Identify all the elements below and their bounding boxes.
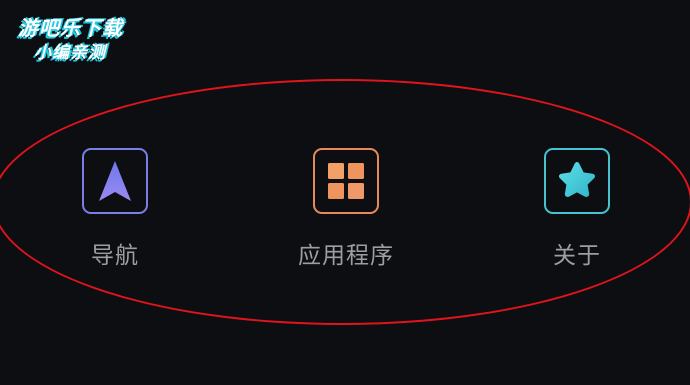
star-icon bbox=[558, 162, 596, 197]
menu-label-navigation: 导航 bbox=[91, 243, 139, 269]
applications-icon-frame bbox=[313, 148, 379, 214]
menu-item-navigation[interactable]: 导航 bbox=[45, 148, 185, 273]
watermark-line1: 游吧乐下载 bbox=[18, 16, 123, 40]
navigation-icon-frame bbox=[82, 148, 148, 214]
menu-label-applications: 应用程序 bbox=[298, 243, 394, 269]
watermark-line2: 小编亲测 bbox=[34, 43, 106, 63]
menu-item-about[interactable]: 关于 bbox=[507, 148, 647, 273]
watermark-logo: 游吧乐下载 小编亲测 bbox=[8, 8, 148, 66]
menu-item-applications[interactable]: 应用程序 bbox=[276, 148, 416, 273]
screen: 游吧乐下载 小编亲测 导航 应用程序 关于 bbox=[0, 0, 690, 385]
apps-grid-icon bbox=[328, 163, 364, 199]
navigation-arrow-icon bbox=[99, 161, 131, 201]
menu-label-about: 关于 bbox=[553, 243, 601, 269]
about-icon-frame bbox=[544, 148, 610, 214]
